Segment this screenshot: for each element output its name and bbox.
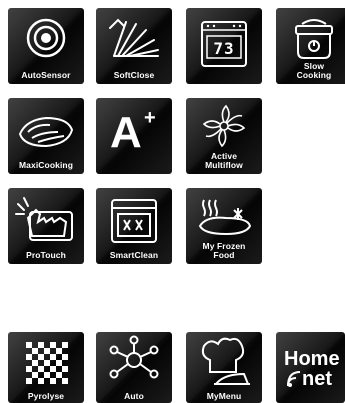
home-net-logo-icon: Home net (276, 332, 345, 403)
feature-energy-class: A + (96, 98, 172, 174)
feature-label: MaxiCooking (19, 160, 73, 170)
feature-label: Pyrolyse (27, 391, 65, 401)
feature-home-net: Home net (276, 332, 345, 403)
feature-mymenu: MyMenu (186, 332, 262, 403)
feature-label: MyMenu (206, 391, 242, 401)
home-net-line-1: Home (284, 348, 340, 370)
label-line-2: Multiflow (205, 160, 243, 170)
feature-label: SoftClose (113, 70, 155, 80)
home-net-line-2: net (302, 368, 332, 390)
feature-auto: Auto (96, 332, 172, 403)
feature-display: 73 (186, 8, 262, 84)
feature-label: AutoSensor (21, 70, 71, 80)
display-value: 73 (213, 39, 235, 58)
feature-softclose: SoftClose (96, 8, 172, 84)
energy-class-icon: A + (104, 108, 164, 164)
feature-protouch: ProTouch (8, 188, 84, 264)
energy-letter: A (110, 108, 142, 157)
feature-maxicooking: MaxiCooking (8, 98, 84, 174)
feature-label: Slow Cooking (276, 62, 345, 80)
feature-my-frozen-food: My Frozen Food (186, 188, 262, 264)
energy-plus: + (144, 107, 156, 129)
feature-autosensor: AutoSensor (8, 8, 84, 84)
label-line-2: Cooking (296, 70, 332, 80)
feature-label: ProTouch (26, 250, 66, 260)
feature-active-multiflow: Active Multiflow (186, 98, 262, 174)
feature-label: Active Multiflow (186, 152, 262, 170)
wifi-icon (286, 370, 302, 393)
feature-label: SmartClean (109, 250, 159, 260)
label-line-2: Food (213, 250, 235, 260)
feature-label: My Frozen Food (186, 242, 262, 260)
feature-smartclean: SmartClean (96, 188, 172, 264)
feature-pyrolyse: Pyrolyse (8, 332, 84, 403)
feature-label: Auto (124, 391, 144, 401)
feature-slowcooking: Slow Cooking (276, 8, 345, 84)
